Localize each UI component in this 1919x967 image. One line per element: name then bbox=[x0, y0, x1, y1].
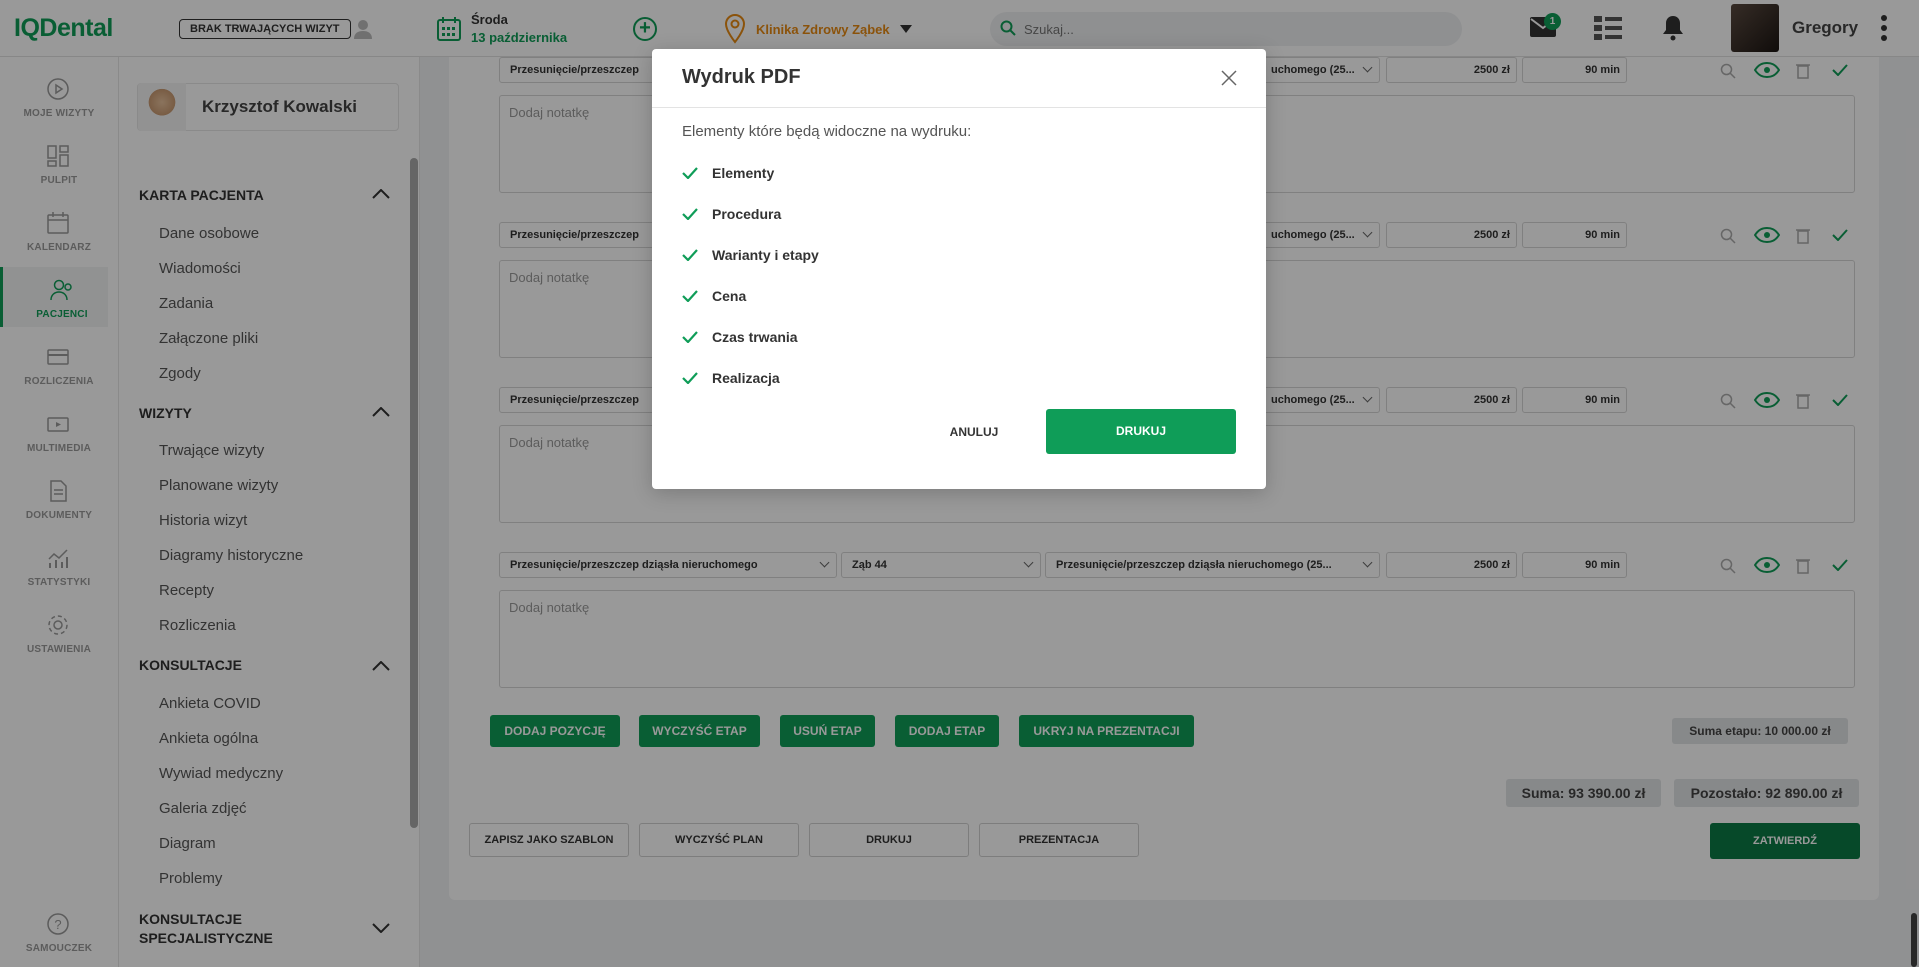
close-icon[interactable] bbox=[1220, 69, 1238, 87]
option-elements[interactable]: Elementy bbox=[682, 165, 774, 181]
checkmark-icon[interactable] bbox=[682, 249, 698, 261]
checkmark-icon[interactable] bbox=[682, 372, 698, 384]
checkmark-icon[interactable] bbox=[682, 167, 698, 179]
checkmark-icon[interactable] bbox=[682, 331, 698, 343]
option-procedure[interactable]: Procedura bbox=[682, 206, 781, 222]
print-button[interactable]: DRUKUJ bbox=[1046, 409, 1236, 454]
option-realization[interactable]: Realizacja bbox=[682, 370, 780, 386]
checkmark-icon[interactable] bbox=[682, 208, 698, 220]
option-price[interactable]: Cena bbox=[682, 288, 746, 304]
dialog-header: Wydruk PDF bbox=[652, 49, 1266, 108]
dialog-title: Wydruk PDF bbox=[682, 66, 801, 88]
dialog-intro: Elementy które będą widoczne na wydruku: bbox=[682, 123, 972, 140]
option-duration[interactable]: Czas trwania bbox=[682, 329, 798, 345]
pdf-print-dialog: Wydruk PDF Elementy które będą widoczne … bbox=[652, 49, 1266, 489]
option-variants-stages[interactable]: Warianty i etapy bbox=[682, 247, 819, 263]
cancel-button[interactable]: ANULUJ bbox=[914, 409, 1034, 455]
checkmark-icon[interactable] bbox=[682, 290, 698, 302]
